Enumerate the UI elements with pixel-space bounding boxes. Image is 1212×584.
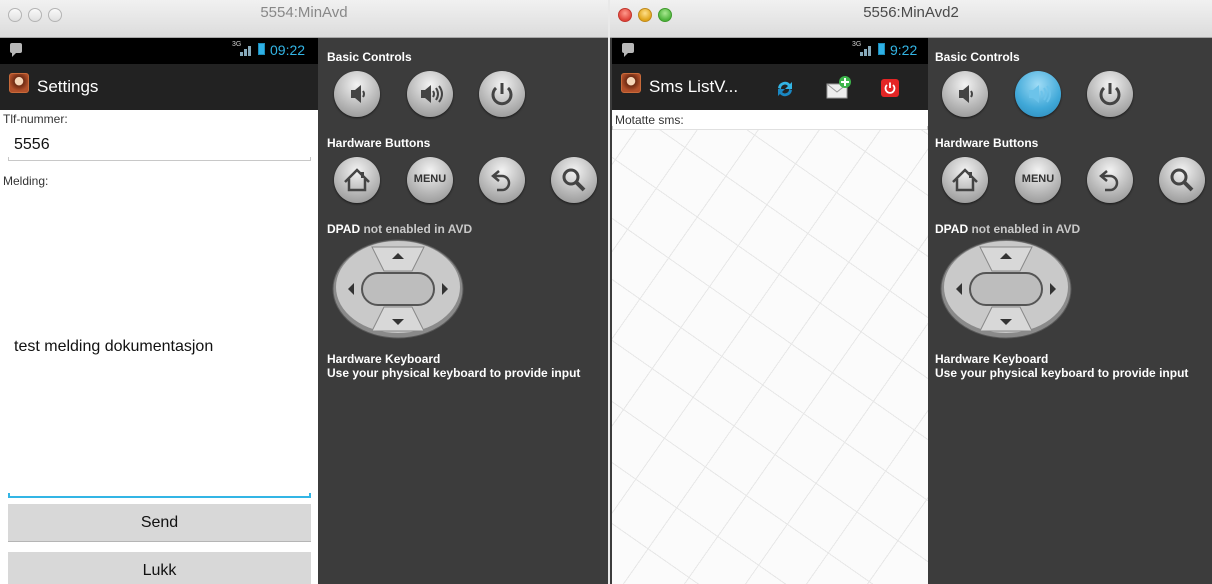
volume-down-icon[interactable]	[334, 71, 380, 117]
home-icon[interactable]	[942, 157, 988, 203]
keyboard-heading: Hardware Keyboard	[935, 352, 1049, 366]
keyboard-heading: Hardware Keyboard	[327, 352, 441, 366]
dpad-heading: DPAD not enabled in AVD	[935, 222, 1081, 236]
phone-input-underline	[8, 157, 311, 161]
emulator-window-5554: 5554:MinAvd 3G 09:22 Settings Tlf-nummer…	[0, 0, 608, 584]
volume-up-icon[interactable]	[407, 71, 453, 117]
menu-button[interactable]: MENU	[407, 157, 453, 203]
app-avatar-icon[interactable]	[621, 73, 641, 93]
basic-controls-heading: Basic Controls	[327, 50, 412, 64]
back-icon[interactable]	[479, 157, 525, 203]
emulator-window-5556: 5556:MinAvd2 3G 9:22 Sms ListV... Motatt…	[610, 0, 1212, 584]
window-titlebar[interactable]: 5554:MinAvd	[0, 0, 608, 38]
message-input-underline	[8, 493, 311, 498]
home-icon[interactable]	[334, 157, 380, 203]
hardware-buttons-heading: Hardware Buttons	[327, 136, 431, 150]
basic-controls-heading: Basic Controls	[935, 50, 1020, 64]
status-bar: 3G 09:22	[0, 38, 318, 64]
phone-screen: 3G 09:22 Settings Tlf-nummer: 5556 Meldi…	[0, 38, 318, 584]
sms-list[interactable]	[612, 130, 928, 584]
compose-sms-icon[interactable]	[826, 76, 852, 100]
app-avatar-icon[interactable]	[9, 73, 29, 93]
notification-icon	[622, 43, 634, 57]
volume-up-icon[interactable]	[1015, 71, 1061, 117]
keyboard-note: Use your physical keyboard to provide in…	[327, 366, 581, 380]
window-title: 5554:MinAvd	[260, 4, 348, 21]
refresh-icon[interactable]	[774, 78, 796, 100]
page-title: Settings	[37, 77, 99, 96]
phone-screen: 3G 9:22 Sms ListV... Motatte sms:	[612, 38, 928, 584]
phone-label: Tlf-nummer:	[3, 112, 68, 126]
signal-icon	[860, 44, 874, 56]
power-icon[interactable]	[881, 79, 899, 97]
menu-button[interactable]: MENU	[1015, 157, 1061, 203]
phone-number-input[interactable]: 5556	[14, 136, 50, 154]
dpad-heading: DPAD not enabled in AVD	[327, 222, 473, 236]
battery-icon	[258, 43, 265, 55]
battery-icon	[878, 43, 885, 55]
search-icon[interactable]	[551, 157, 597, 203]
send-button[interactable]: Send	[8, 504, 311, 542]
keyboard-note: Use your physical keyboard to provide in…	[935, 366, 1189, 380]
page-title: Sms ListV...	[649, 77, 739, 96]
hardware-buttons-heading: Hardware Buttons	[935, 136, 1039, 150]
notification-icon	[10, 43, 22, 57]
message-label: Melding:	[3, 174, 49, 188]
power-icon[interactable]	[479, 71, 525, 117]
back-icon[interactable]	[1087, 157, 1133, 203]
signal-icon	[240, 44, 254, 56]
power-icon[interactable]	[1087, 71, 1133, 117]
volume-down-icon[interactable]	[942, 71, 988, 117]
menu-button-label: MENU	[413, 173, 447, 185]
search-icon[interactable]	[1159, 157, 1205, 203]
dpad-control[interactable]	[940, 239, 1072, 339]
menu-button-label: MENU	[1021, 173, 1055, 185]
status-bar: 3G 9:22	[612, 38, 928, 64]
window-titlebar[interactable]: 5556:MinAvd2	[610, 0, 1212, 38]
received-sms-label: Motatte sms:	[615, 113, 684, 127]
status-time: 09:22	[270, 42, 306, 58]
dpad-control[interactable]	[332, 239, 464, 339]
close-button[interactable]: Lukk	[8, 552, 311, 584]
status-time: 9:22	[890, 42, 918, 58]
window-title: 5556:MinAvd2	[863, 4, 959, 21]
message-input[interactable]: test melding dokumentasjon	[14, 338, 213, 356]
